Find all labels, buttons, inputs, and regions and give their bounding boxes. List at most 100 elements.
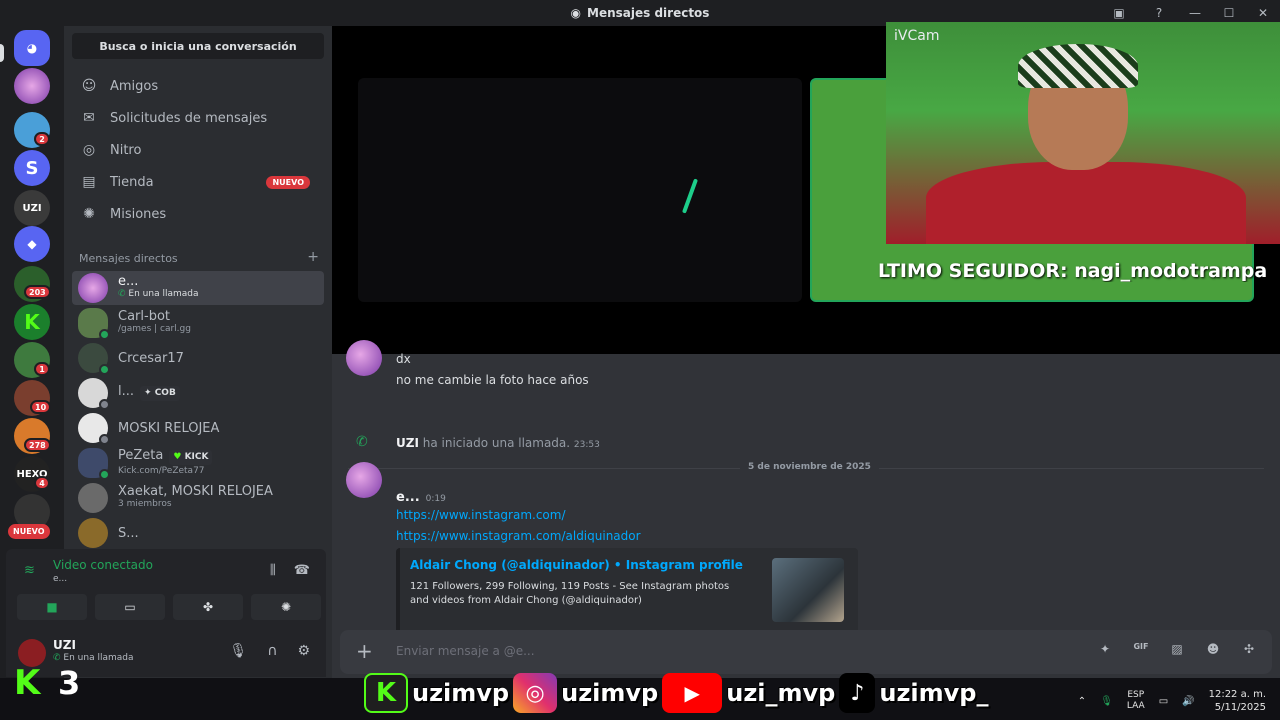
avatar (78, 518, 108, 548)
screen-share-icon: ▭ (124, 600, 136, 614)
dm-subtext: ✆ En una llamada (118, 289, 199, 299)
message-link[interactable]: https://www.instagram.com/aldiquinador (396, 529, 641, 543)
social-handle: uzimvp (412, 679, 510, 707)
embed-title[interactable]: Aldair Chong (@aldiquinador) • Instagram… (410, 558, 743, 572)
nav-solicitudes[interactable]: ✉ Solicitudes de mensajes (72, 103, 324, 133)
nav-label: Nitro (110, 142, 142, 158)
help-icon[interactable]: ? (1150, 4, 1168, 22)
new-badge: NUEVO (266, 175, 310, 189)
message-avatar[interactable] (346, 340, 382, 376)
kick-count: 3 (58, 664, 81, 702)
voice-channel: e... (53, 574, 68, 584)
status-indicator (99, 469, 110, 480)
social-handle: uzimvp (561, 679, 659, 707)
avatar (78, 273, 108, 303)
attach-plus-icon[interactable]: + (356, 641, 373, 661)
server-icon-game[interactable]: ◆ (14, 226, 50, 262)
voice-status[interactable]: Video conectado (53, 558, 153, 572)
nav-nitro[interactable]: ◎ Nitro (72, 135, 324, 165)
compass-icon: ✺ (83, 206, 95, 222)
server-icon-kick[interactable]: K (14, 304, 50, 340)
dm-item[interactable]: e... ✆ En una llamada (72, 271, 324, 305)
noise-suppression-icon[interactable]: ⫼ (270, 563, 276, 578)
date-divider: 5 de noviembre de 2025 (348, 462, 1264, 472)
dm-item[interactable]: Crcesar17 (72, 341, 324, 375)
screen-share-button[interactable]: ▭ (95, 594, 165, 620)
nav-tienda[interactable]: ▤ Tienda NUEVO (72, 167, 324, 197)
chevron-up-icon[interactable]: ⌃ (1078, 696, 1086, 707)
network-icon[interactable]: ▭ (1159, 696, 1168, 707)
phone-icon: ✆ (356, 434, 368, 450)
emoji-icon[interactable]: ☻ (1204, 642, 1222, 656)
dm-subtext: /games | carl.gg (118, 324, 191, 334)
signal-icon: ≋ (24, 563, 35, 578)
clock[interactable]: 12:22 a. m. 5/11/2025 (1209, 688, 1266, 714)
dm-item[interactable]: l... ✦ COB (72, 376, 324, 410)
server-icon-s[interactable]: S (14, 150, 50, 186)
sticker-icon[interactable]: ▨ (1168, 642, 1186, 656)
nuevo-pill[interactable]: NUEVO (8, 524, 50, 539)
message-input[interactable]: Enviar mensaje a @e... (396, 644, 535, 658)
gear-icon[interactable]: ⚙ (297, 643, 310, 659)
dm-name: Xaekat, MOSKI RELOJEA (118, 484, 273, 499)
microphone-icon[interactable]: 🎙 (229, 643, 247, 659)
disconnect-icon[interactable]: ☎ (294, 563, 310, 578)
avatar (78, 308, 110, 340)
gif-button[interactable]: GIF (1132, 642, 1150, 656)
nav-label: Amigos (110, 78, 159, 94)
dm-item[interactable]: Xaekat, MOSKI RELOJEA 3 miembros (72, 481, 324, 515)
server-icon-uzi[interactable]: UZI (14, 190, 50, 226)
dm-subtext: Kick.com/PeZeta77 (118, 465, 205, 476)
mention-badge: 278 (24, 438, 51, 452)
mention-badge: 4 (34, 476, 50, 490)
gift-icon[interactable]: ✦ (1096, 642, 1114, 656)
apps-icon[interactable]: ✣ (1240, 642, 1258, 656)
dm-item[interactable]: PeZeta ♥ KICK Kick.com/PeZeta77 (72, 446, 324, 480)
message-author[interactable]: e... 0:19 (396, 490, 446, 505)
message-text: dx (396, 352, 411, 366)
call-area: iVCam LTIMO SEGUIDOR: nagi_modotrampa (332, 22, 1280, 354)
dm-section-header: Mensajes directos + (79, 250, 319, 265)
headphones-icon[interactable]: ∩ (267, 643, 277, 659)
dm-item[interactable]: MOSKI RELOJEA (72, 411, 324, 445)
camera-button[interactable]: ■ (17, 594, 87, 620)
main-panel: iVCam LTIMO SEGUIDOR: nagi_modotrampa dx… (332, 22, 1280, 720)
nav-amigos[interactable]: ☺ Amigos (72, 71, 324, 101)
dm-name: PeZeta ♥ KICK (118, 449, 213, 465)
social-handle: uzimvp_ (879, 679, 989, 707)
tiktok-icon: ♪ (839, 673, 876, 713)
volume-icon[interactable]: 🔊 (1182, 696, 1194, 707)
avatar (78, 448, 110, 480)
webcam-label: iVCam (894, 28, 940, 44)
instagram-icon: ◎ (513, 673, 558, 713)
message-link[interactable]: https://www.instagram.com/ (396, 508, 566, 522)
user-status: ✆ En una llamada (53, 653, 134, 663)
window-title: ◉ Mensajes directos (570, 6, 710, 20)
nav-misiones[interactable]: ✺ Misiones (72, 199, 324, 229)
mic-tray-icon[interactable]: 🎙 (1100, 696, 1113, 707)
search-conversation-button[interactable]: Busca o inicia una conversación (72, 33, 324, 59)
avatar (78, 483, 108, 513)
direct-messages-home-icon[interactable]: ◕ (14, 30, 50, 66)
status-indicator (99, 364, 110, 375)
dm-item[interactable]: Carl-bot /games | carl.gg (72, 306, 324, 340)
mention-badge: 10 (30, 400, 52, 414)
language-indicator[interactable]: ESP LAA (1127, 690, 1145, 712)
titlebar-tools: ▣ ? (1110, 4, 1168, 22)
link-embed: Aldair Chong (@aldiquinador) • Instagram… (396, 548, 858, 634)
dm-name: Carl-bot (118, 309, 170, 324)
message-list: dx no me cambie la foto hace años ✆ UZI … (332, 340, 1280, 644)
embed-thumbnail[interactable] (772, 558, 844, 622)
kick-icon: K (364, 673, 408, 713)
message-avatar[interactable] (346, 462, 382, 498)
video-tile-remote[interactable] (358, 78, 802, 302)
kick-logo: K (14, 663, 41, 703)
server-icon-call[interactable] (14, 68, 50, 104)
activities-button[interactable]: ✤ (173, 594, 243, 620)
dm-name: Crcesar17 (118, 350, 184, 366)
dm-item[interactable]: S... (72, 516, 324, 550)
inbox-icon[interactable]: ▣ (1110, 4, 1128, 22)
add-dm-button[interactable]: + (307, 250, 319, 265)
message-composer[interactable]: + Enviar mensaje a @e... ✦ GIF ▨ ☻ ✣ (340, 630, 1272, 674)
soundboard-button[interactable]: ✺ (251, 594, 321, 620)
